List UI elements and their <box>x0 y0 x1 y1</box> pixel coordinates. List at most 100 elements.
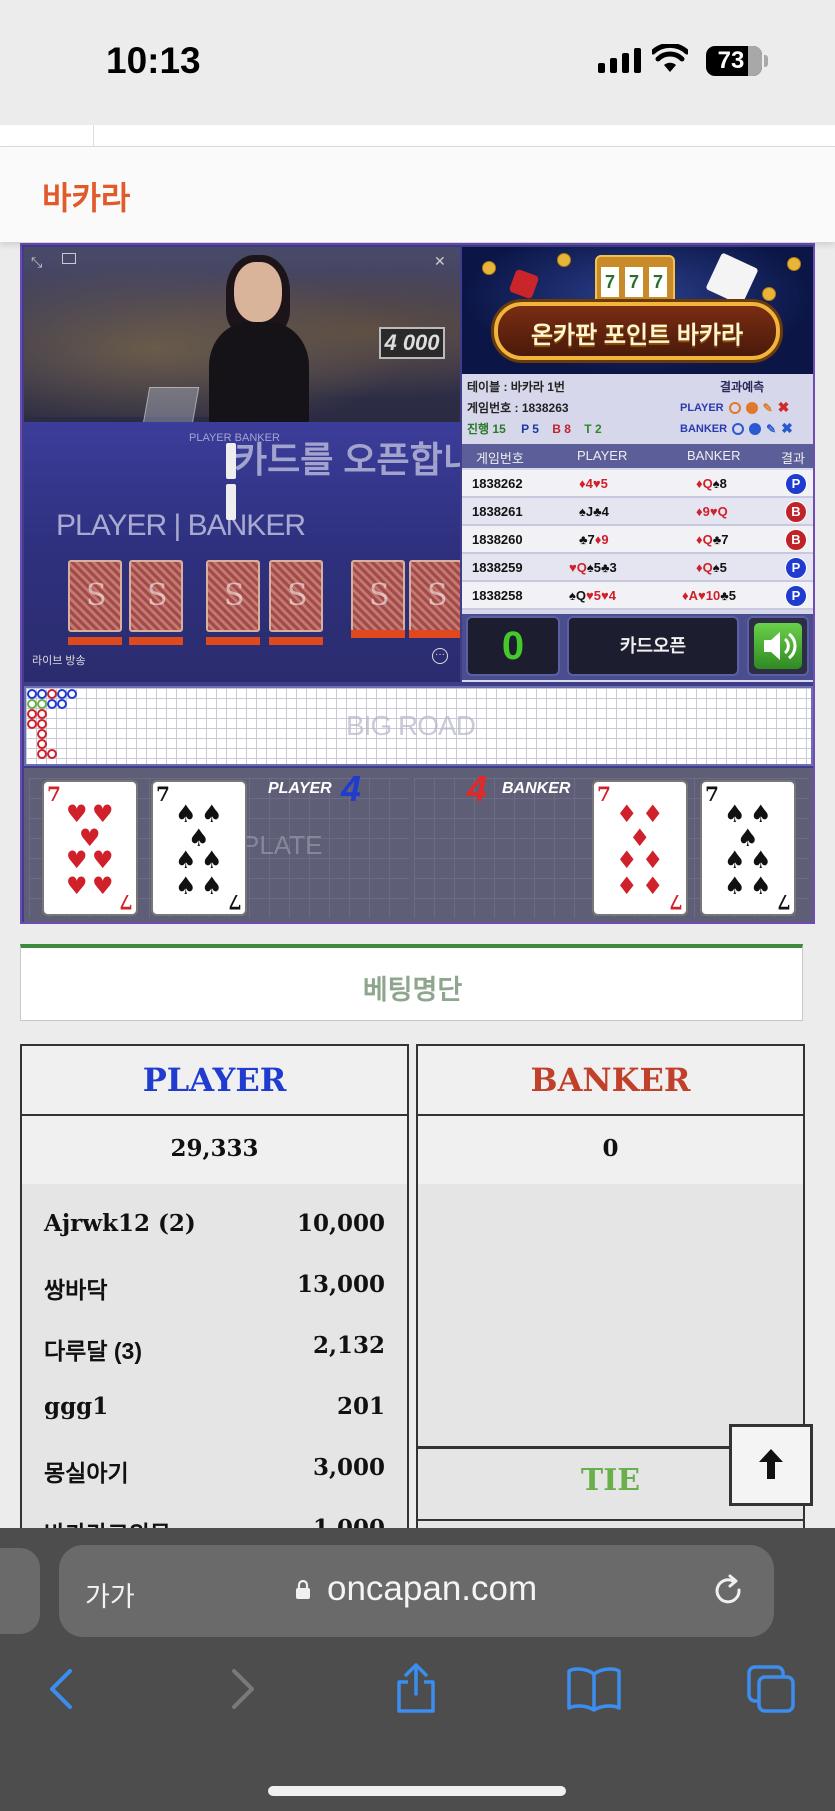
app-root: 10:13 73 바카라 4 000 PLAYER BANKER PLAYER … <box>0 0 835 1811</box>
player-bet-row: 쌍바닥 13,000 <box>22 1255 407 1316</box>
card-edge <box>129 637 183 645</box>
history-card: ♦Q <box>696 476 713 491</box>
banker-side-label: BANKER <box>502 780 571 797</box>
big-road-label: BIG ROAD <box>346 710 476 741</box>
cross-icon[interactable]: ✖ <box>781 420 793 437</box>
bettor-name: 다루달 (3) <box>44 1338 142 1364</box>
bettor-name: ggg1 <box>44 1393 109 1420</box>
history-card: ♠5 <box>586 560 601 575</box>
history-card: ♥Q <box>569 560 587 575</box>
reload-icon[interactable] <box>711 1573 747 1609</box>
battery-cap <box>764 55 768 67</box>
history-card: ♠5 <box>712 560 727 575</box>
expand-icon[interactable]: ⤡ <box>31 254 42 271</box>
battery-level: 73 <box>717 47 745 74</box>
history-card: ♥10 <box>698 588 721 603</box>
card-rank: 7 <box>777 890 791 914</box>
bettor-name: 몽실아기 <box>44 1460 129 1486</box>
col-game-no: 게임번호 <box>476 451 524 466</box>
big-road-marker <box>47 689 57 699</box>
battery-icon: 73 <box>706 46 762 76</box>
history-card: ♦4 <box>579 476 593 491</box>
card-open-button[interactable]: 카드오픈 <box>567 616 739 676</box>
mute-icon[interactable]: ✕ <box>434 253 446 270</box>
history-card: ♦9 <box>696 504 710 519</box>
card-suit-pip: ♠ <box>201 800 223 828</box>
table-card <box>351 560 405 632</box>
top-tab-strip <box>0 125 835 147</box>
coin-icon <box>762 287 776 301</box>
progress-label: 진행 15 <box>467 422 506 436</box>
more-icon[interactable]: ··· <box>432 648 448 664</box>
address-bar[interactable]: 가가 oncapan.com <box>59 1545 774 1637</box>
history-row: 1838259 ♥Q♠5♣3 ♦Q♠5 P <box>462 554 813 582</box>
countdown-counter: 0 <box>466 616 560 676</box>
cellular-signal-icon <box>598 48 641 73</box>
scroll-to-top-button[interactable] <box>729 1424 813 1506</box>
banker-column-header: BANKER <box>418 1046 803 1116</box>
history-row: 1838258 ♠Q♥5♥4 ♦A♥10♣5 P <box>462 582 813 610</box>
live-label: 라이브 방송 <box>32 655 86 667</box>
share-icon[interactable] <box>394 1662 438 1714</box>
cross-icon[interactable]: ✖ <box>778 399 790 416</box>
card-suit-pip: ♠ <box>750 872 772 900</box>
speaker-icon <box>754 623 802 669</box>
player-score: 4 <box>341 768 362 809</box>
history-card: ♠J <box>579 504 594 519</box>
history-result-badge: P <box>785 473 807 495</box>
big-road-marker <box>37 749 47 759</box>
history-banker-cards: ♦Q♠8 <box>696 476 727 491</box>
big-road-marker <box>57 699 67 709</box>
url-text[interactable]: oncapan.com <box>327 1569 537 1609</box>
player-side-label: PLAYER <box>268 780 332 797</box>
pencil-icon[interactable]: ✎ <box>763 401 773 415</box>
pencil-icon[interactable]: ✎ <box>766 422 776 436</box>
back-icon[interactable] <box>44 1665 78 1713</box>
previous-tab-preview[interactable] <box>0 1548 40 1634</box>
banker-count: B 8 <box>552 422 571 436</box>
bookmarks-icon[interactable] <box>566 1666 622 1712</box>
text-size-button[interactable]: 가가 <box>85 1575 135 1614</box>
bet-amount: 2,132 <box>312 1332 385 1359</box>
big-road-board: BIG ROAD <box>24 686 813 766</box>
history-card: ♣7 <box>712 532 729 547</box>
history-banker-cards: ♦A♥10♣5 <box>682 588 736 603</box>
card-suit-pip: ♠ <box>201 846 223 874</box>
card-rank: 7 <box>597 782 611 806</box>
sound-button[interactable] <box>747 616 809 676</box>
history-banker-cards: ♦9♥Q <box>696 504 728 519</box>
game-controls: 0 카드오픈 <box>462 614 813 680</box>
card-suit-pip: ♠ <box>724 800 746 828</box>
history-card: ♦A <box>682 588 699 603</box>
circle-filled-icon[interactable] <box>749 422 762 435</box>
card-rank: 7 <box>228 890 242 914</box>
forward-icon[interactable] <box>226 1665 260 1713</box>
table-card <box>409 560 460 632</box>
bet-amount: 13,000 <box>296 1271 385 1298</box>
picture-in-picture-icon[interactable] <box>62 253 76 264</box>
card-rank: 7 <box>47 782 61 806</box>
tie-divider-line <box>418 1519 803 1521</box>
table-limit-plaque: 4 000 <box>379 327 445 359</box>
big-road-marker <box>47 749 57 759</box>
big-road-marker <box>37 719 47 729</box>
pause-icon[interactable] <box>226 443 256 520</box>
circle-outline-icon[interactable] <box>728 401 741 414</box>
plate-label: PLATE <box>242 830 323 860</box>
history-game-no: 1838261 <box>472 504 523 519</box>
circle-filled-icon[interactable] <box>745 401 758 414</box>
card-suit-pip: ♦ <box>642 872 664 900</box>
player-card: 7 7 ♥ ♥ ♥ ♥ ♥ ♥ ♥ <box>42 780 138 916</box>
history-result-badge: P <box>785 557 807 579</box>
history-card: ♥5 <box>592 476 608 491</box>
slot-reel: 7 <box>601 267 619 297</box>
card-suit-pip: ♥ <box>92 800 114 828</box>
banker-score: 4 <box>467 768 488 809</box>
tabs-icon[interactable] <box>746 1664 796 1714</box>
coin-icon <box>557 253 571 267</box>
table-card <box>206 560 260 632</box>
live-video[interactable]: 4 000 PLAYER BANKER PLAYER | BANKER 카드를 … <box>24 247 460 682</box>
player-prediction: PLAYER ✎ ✖ <box>680 399 789 416</box>
circle-outline-icon[interactable] <box>732 422 745 435</box>
card-suit-pip: ♠ <box>175 846 197 874</box>
